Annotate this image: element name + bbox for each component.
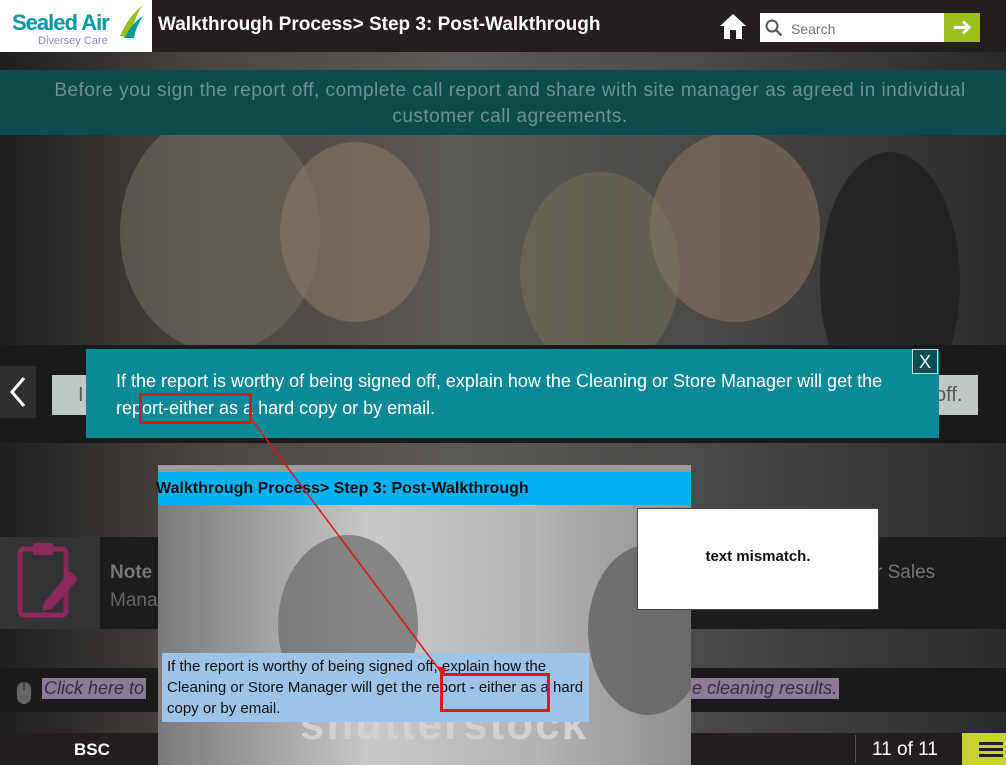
logo-swoosh-icon xyxy=(120,6,143,38)
note-right-text: r Sales xyxy=(876,562,936,583)
search-icon xyxy=(765,19,783,37)
footer-label: BSC xyxy=(74,740,110,759)
menu-icon[interactable] xyxy=(962,733,1006,765)
page-counter: 11 of 11 xyxy=(872,739,938,760)
home-icon[interactable] xyxy=(718,11,748,41)
click-here-link[interactable]: Click here to xyxy=(42,678,147,699)
question-field-right-text: off. xyxy=(935,384,963,406)
popup-highlight-box xyxy=(139,393,252,424)
reference-title: Walkthrough Process> Step 3: Post-Walkth… xyxy=(156,480,529,497)
logo-main-text: Sealed Air xyxy=(12,10,110,35)
question-field-left-text: I xyxy=(78,384,84,406)
previous-arrow-icon[interactable] xyxy=(0,366,36,418)
comment-text: text mismatch. xyxy=(705,548,811,565)
search-input[interactable] xyxy=(789,14,943,43)
note-subtitle: Mana xyxy=(110,590,158,611)
page-title: Walkthrough Process> Step 3: Post-Walkth… xyxy=(158,14,601,35)
search-submit-arrow-icon[interactable] xyxy=(944,13,980,42)
popup-close-button[interactable]: X xyxy=(912,349,938,374)
note-title: Note xyxy=(110,562,153,583)
clipboard-pencil-icon xyxy=(0,537,100,629)
intro-text: Before you sign the report off, complete… xyxy=(54,80,966,127)
popup-text-before: If the report is worthy of being signed … xyxy=(116,371,883,391)
mouse-icon xyxy=(17,682,31,704)
click-here-link-end[interactable]: e cleaning results. xyxy=(690,678,840,699)
reference-highlight-box xyxy=(440,673,550,712)
logo-sub-text: Diversey Care xyxy=(38,35,108,47)
footer-divider xyxy=(855,735,856,763)
